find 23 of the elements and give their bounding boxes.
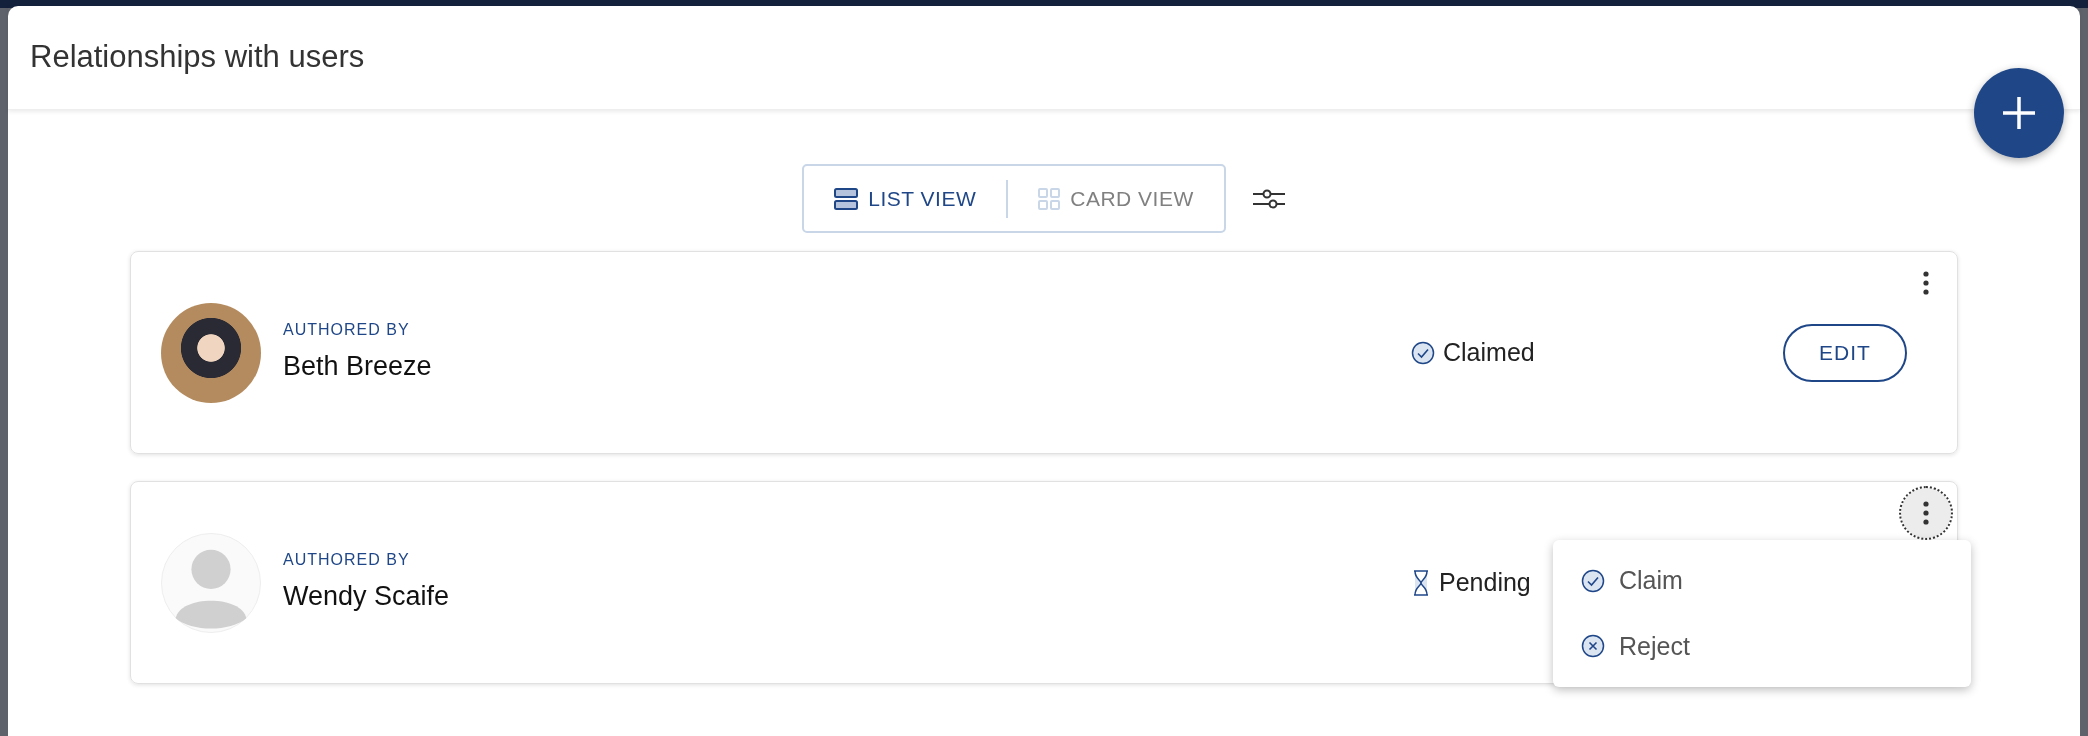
hourglass-icon <box>1411 569 1431 596</box>
check-circle-icon <box>1581 568 1605 593</box>
list-view-tab[interactable]: LIST VIEW <box>828 182 983 215</box>
user-name: Beth Breeze <box>283 350 432 384</box>
add-button[interactable] <box>1974 68 2064 158</box>
role-label: AUTHORED BY <box>283 550 411 571</box>
grid-icon <box>1038 187 1061 210</box>
kebab-icon <box>1923 501 1929 525</box>
kebab-icon <box>1923 271 1929 295</box>
x-circle-icon <box>1581 634 1605 659</box>
menu-item[interactable]: Claim <box>1553 548 1971 614</box>
plus-icon <box>2000 94 2038 132</box>
edit-button[interactable]: EDIT <box>1783 323 1907 382</box>
dialog-title: Relationships with users <box>30 38 365 77</box>
card-view-tab[interactable]: CARD VIEW <box>1032 182 1200 215</box>
more-options-button[interactable] <box>1901 488 1951 538</box>
menu-item[interactable]: Reject <box>1553 613 1971 679</box>
user-name: Wendy Scaife <box>283 580 450 614</box>
status-text: Claimed <box>1443 336 1535 368</box>
role-label: AUTHORED BY <box>283 320 411 341</box>
list-icon <box>834 187 859 210</box>
status-text: Pending <box>1439 566 1531 598</box>
check-circle-icon <box>1411 340 1435 365</box>
